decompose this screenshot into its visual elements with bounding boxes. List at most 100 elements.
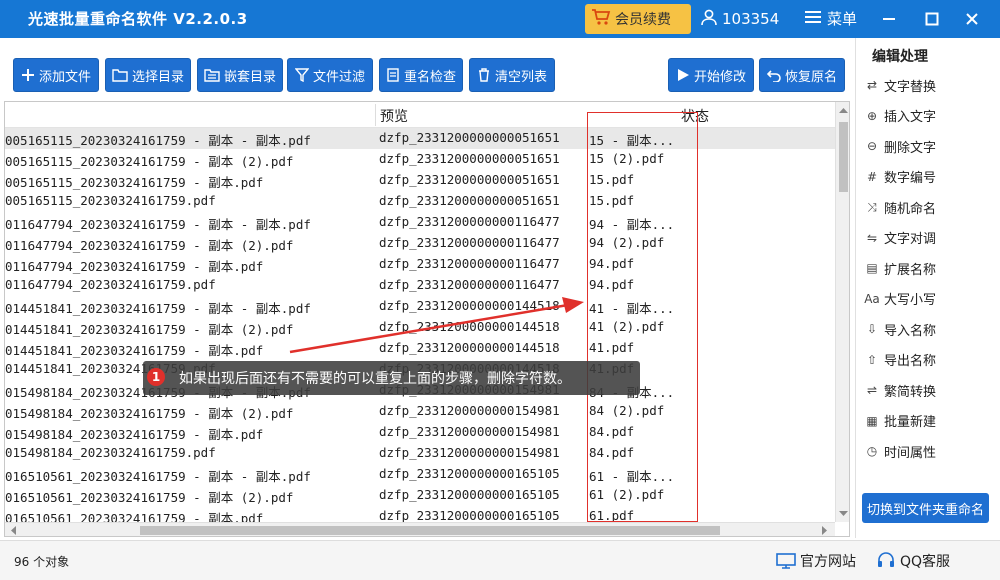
undo-icon [766,70,781,82]
clear-list-button[interactable]: 清空列表 [469,58,555,92]
headset-icon [878,552,894,567]
panel-item-extension-name[interactable]: ▤ 扩展名称 [864,255,936,281]
user-icon [700,8,718,30]
panel-item-label: 批量新建 [884,415,937,430]
number-sequence-icon: # [866,169,878,184]
insert-text-icon: ⊕ [866,108,878,123]
table-row[interactable]: 005165115_20230324161759 - 副本 (2).pdf dzf… [5,149,835,170]
panel-item-number-sequence[interactable]: # 数字编号 [864,164,936,190]
start-modify-button[interactable]: 开始修改 [668,58,754,92]
table-row[interactable]: 005165115_20230324161759.pdf dzfp_2331200… [5,191,835,212]
object-count: 96 个对象 [14,555,70,569]
panel-item-insert-text[interactable]: ⊕ 插入文字 [864,103,936,129]
table-row[interactable]: 015498184_20230324161759 - 副本.pdf dzfp_23… [5,422,835,443]
table-row[interactable]: 011647794_20230324161759 - 副本.pdf dzfp_23… [5,254,835,275]
minimize-button[interactable] [876,6,902,32]
table-row[interactable]: 015498184_20230324161759.pdf dzfp_2331200… [5,443,835,464]
preview-name-cell: dzfp_2331200000000165105 [379,466,560,481]
user-account[interactable]: 103354 [700,8,779,30]
table-row[interactable]: 014451841_20230324161759 - 副本.pdf dzfp_23… [5,338,835,359]
vertical-scrollbar[interactable] [835,102,850,522]
table-row[interactable]: 015498184_20230324161759 - 副本 (2).pdf dzf… [5,401,835,422]
panel-item-batch-create[interactable]: ▦ 批量新建 [864,408,936,434]
table-row[interactable]: 011647794_20230324161759.pdf dzfp_2331200… [5,275,835,296]
table-row[interactable]: 005165115_20230324161759 - 副本.pdf dzfp_23… [5,170,835,191]
panel-item-label: 文字对调 [884,232,937,247]
vertical-scroll-thumb[interactable] [839,122,848,192]
scroll-right-icon[interactable] [817,523,831,537]
step-number-badge: 1 [147,368,165,386]
table-row[interactable]: 016510561_20230324161759 - 副本 (2).pdf dzf… [5,485,835,506]
maximize-button[interactable] [919,6,945,32]
replace-text-icon: ⇄ [866,78,878,92]
scroll-down-icon[interactable] [836,506,850,520]
panel-item-trad-simp-convert[interactable]: ⇌ 繁简转换 [864,377,936,403]
original-name-cell: 014451841_20230324161759 - 副本.pdf [5,343,264,358]
preview-name-cell: dzfp_2331200000000165105 [379,487,560,502]
column-divider[interactable] [375,104,376,126]
panel-item-export-names[interactable]: ⇧ 导出名称 [864,347,936,373]
menu-icon [805,10,821,28]
nested-dir-button[interactable]: 嵌套目录 [197,58,283,92]
column-header-status[interactable]: 状态 [681,106,709,126]
panel-item-case-convert[interactable]: Aa 大写小写 [864,286,936,312]
play-icon [677,69,689,81]
choose-dir-label: 选择目录 [131,69,184,85]
panel-item-time-attribute[interactable]: ◷ 时间属性 [864,438,936,464]
table-row[interactable]: 011647794_20230324161759 - 副本 - 副本.pdf dz… [5,212,835,233]
column-header-preview[interactable]: 预览 [380,106,408,126]
folder-icon [112,69,128,82]
plus-icon [21,69,34,81]
file-filter-button[interactable]: 文件过滤 [287,58,373,92]
table-row[interactable]: 005165115_20230324161759 - 副本 - 副本.pdf dz… [5,128,835,149]
status-cell: 61 (2).pdf [589,487,665,502]
restore-name-button[interactable]: 恢复原名 [759,58,845,92]
scroll-left-icon[interactable] [7,523,21,537]
table-row[interactable]: 016510561_20230324161759 - 副本 - 副本.pdf dz… [5,464,835,485]
menu-button[interactable]: 菜单 [805,8,857,29]
table-row[interactable]: 014451841_20230324161759 - 副本 - 副本.pdf dz… [5,296,835,317]
table-body: 005165115_20230324161759 - 副本 - 副本.pdf dz… [5,128,835,527]
table-row[interactable]: 011647794_20230324161759 - 副本 (2).pdf dzf… [5,233,835,254]
random-name-icon: ⤨ [867,199,877,214]
qq-support-link[interactable]: QQ客服 [876,551,950,571]
panel-item-import-names[interactable]: ⇩ 导入名称 [864,316,936,342]
time-attribute-icon: ◷ [866,444,878,458]
official-website-link[interactable]: 官方网站 [776,551,856,571]
tooltip-text: 如果出现后面还有不需要的可以重复上面的步骤，删除字符数。 [179,371,571,387]
panel-item-label: 数字编号 [884,171,937,186]
status-cell: 15.pdf [589,172,635,187]
monitor-icon [776,553,796,569]
switch-to-folder-rename-button[interactable]: 切换到文件夹重命名 [862,493,989,523]
delete-text-icon: ⊖ [866,139,878,153]
document-check-icon [387,68,399,82]
trash-icon [478,68,489,82]
panel-item-replace-text[interactable]: ⇄ 文字替换 [864,72,936,98]
cart-icon [591,8,611,30]
status-cell: 84 (2).pdf [589,403,665,418]
status-cell: 94.pdf [589,256,635,271]
restore-name-label: 恢复原名 [784,69,837,85]
user-id: 103354 [722,10,780,28]
file-list-table[interactable]: 预览 状态 005165115_20230324161759 - 副本 - 副本… [4,101,850,537]
panel-item-delete-text[interactable]: ⊖ 删除文字 [864,133,936,159]
rename-check-button[interactable]: 重名检查 [379,58,463,92]
horizontal-scroll-thumb[interactable] [140,526,720,535]
vip-renew-button[interactable]: 会员续费 [585,4,691,34]
qq-support-label: QQ客服 [900,554,951,570]
preview-name-cell: dzfp_2331200000000154981 [379,424,560,439]
table-row[interactable]: 014451841_20230324161759 - 副本 (2).pdf dzf… [5,317,835,338]
file-filter-label: 文件过滤 [312,69,365,85]
preview-name-cell: dzfp_2331200000000144518 [379,319,560,334]
panel-item-swap-text[interactable]: ⇋ 文字对调 [864,225,936,251]
horizontal-scrollbar[interactable] [5,522,835,537]
choose-dir-button[interactable]: 选择目录 [105,58,191,92]
status-bar: 96 个对象 官方网站 QQ客服 [0,540,1000,580]
preview-name-cell: dzfp_2331200000000144518 [379,340,560,355]
add-file-button[interactable]: 添加文件 [13,58,99,92]
original-name-cell: 005165115_20230324161759 - 副本 - 副本.pdf [5,133,311,148]
panel-item-random-name[interactable]: ⤨ 随机命名 [864,194,936,220]
close-button[interactable] [959,6,985,32]
scroll-up-icon[interactable] [836,104,850,118]
close-icon [966,13,978,25]
